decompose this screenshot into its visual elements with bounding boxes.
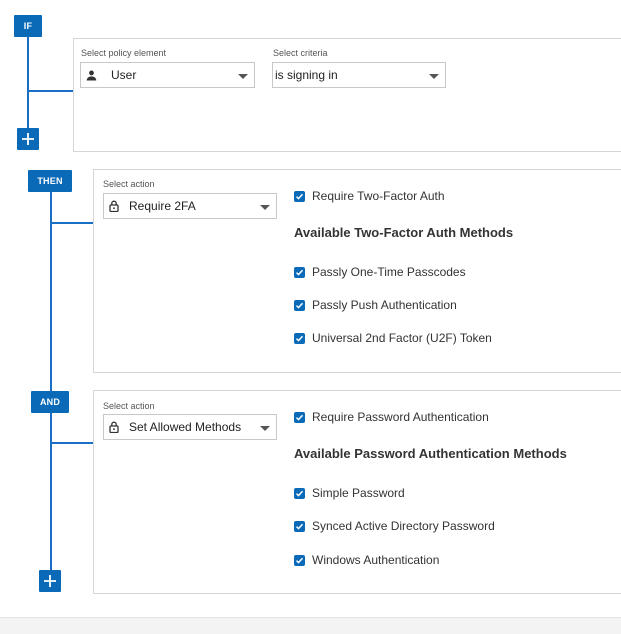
criteria-value: is signing in: [275, 68, 338, 82]
two-factor-methods-heading: Available Two-Factor Auth Methods: [294, 225, 514, 240]
chevron-down-icon: [238, 74, 248, 79]
then-action-select[interactable]: Require 2FA: [103, 193, 277, 219]
check-icon: [294, 266, 305, 278]
check-icon: [294, 190, 305, 202]
if-tag: IF: [14, 15, 42, 37]
criteria-select[interactable]: is signing in: [272, 62, 446, 88]
method-checkbox[interactable]: Windows Authentication: [294, 553, 439, 567]
criteria-label: Select criteria: [273, 48, 328, 58]
check-icon: [294, 554, 305, 566]
require-password-checkbox[interactable]: Require Password Authentication: [294, 410, 489, 424]
lock-icon: [109, 421, 119, 433]
password-methods-heading: Available Password Authentication Method…: [294, 446, 567, 461]
chevron-down-icon: [260, 426, 270, 431]
person-icon: [86, 70, 97, 81]
method-label: Synced Active Directory Password: [312, 519, 495, 533]
and-tag: AND: [31, 391, 69, 413]
check-icon: [294, 299, 305, 311]
add-action-button[interactable]: [39, 570, 61, 592]
and-branch-line: [50, 442, 94, 444]
method-checkbox[interactable]: Passly One-Time Passcodes: [294, 265, 466, 279]
then-branch-line: [50, 222, 94, 224]
plus-icon: [44, 575, 56, 587]
check-icon: [294, 332, 305, 344]
check-icon: [294, 487, 305, 499]
method-checkbox[interactable]: Simple Password: [294, 486, 405, 500]
if-connector-line: [27, 37, 29, 130]
and-action-select[interactable]: Set Allowed Methods: [103, 414, 277, 440]
method-label: Passly One-Time Passcodes: [312, 265, 466, 279]
method-label: Windows Authentication: [312, 553, 440, 567]
chevron-down-icon: [429, 74, 439, 79]
chevron-down-icon: [260, 205, 270, 210]
then-action-value: Require 2FA: [129, 199, 196, 213]
method-label: Passly Push Authentication: [312, 298, 457, 312]
require-password-label: Require Password Authentication: [312, 410, 489, 424]
check-icon: [294, 411, 305, 423]
footer-bar: [0, 617, 621, 634]
plus-icon: [22, 133, 34, 145]
require-two-factor-label: Require Two-Factor Auth: [312, 189, 445, 203]
method-label: Universal 2nd Factor (U2F) Token: [312, 331, 492, 345]
policy-element-select[interactable]: User: [80, 62, 255, 88]
method-checkbox[interactable]: Synced Active Directory Password: [294, 519, 495, 533]
if-branch-line: [27, 90, 73, 92]
method-checkbox[interactable]: Universal 2nd Factor (U2F) Token: [294, 331, 492, 345]
policy-element-value: User: [111, 68, 137, 82]
require-two-factor-checkbox[interactable]: Require Two-Factor Auth: [294, 189, 445, 203]
and-action-value: Set Allowed Methods: [129, 420, 242, 434]
method-checkbox[interactable]: Passly Push Authentication: [294, 298, 457, 312]
then-action-label: Select action: [103, 179, 155, 189]
then-tag: THEN: [28, 170, 72, 192]
method-label: Simple Password: [312, 486, 405, 500]
and-action-label: Select action: [103, 401, 155, 411]
policy-element-label: Select policy element: [81, 48, 167, 58]
lock-icon: [109, 200, 119, 212]
if-add-condition-button[interactable]: [17, 128, 39, 150]
then-connector-line: [50, 192, 52, 572]
check-icon: [294, 520, 305, 532]
